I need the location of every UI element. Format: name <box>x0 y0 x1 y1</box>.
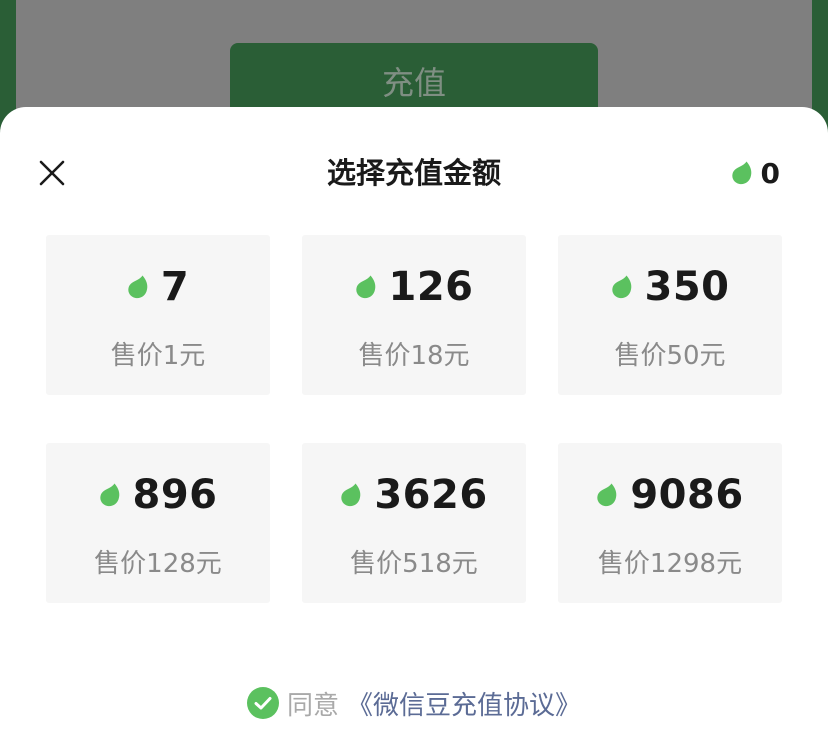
option-amount: 350 <box>558 263 782 311</box>
wechat-bean-icon <box>731 161 751 185</box>
option-price: 售价18元 <box>358 341 470 371</box>
agreement-row: 同意 《微信豆充值协议》 <box>0 683 828 723</box>
close-button[interactable] <box>30 151 74 195</box>
option-amount: 126 <box>302 263 526 311</box>
amount-option[interactable]: 9086 售价1298元 <box>558 443 782 603</box>
option-amount: 896 <box>46 471 270 519</box>
check-circle-icon <box>246 687 279 719</box>
option-price: 售价1元 <box>110 341 206 371</box>
wechat-bean-icon <box>611 275 631 299</box>
bean-balance: 0 <box>731 155 780 191</box>
wechat-bean-icon <box>597 483 617 507</box>
agree-checkbox[interactable] <box>246 687 279 719</box>
amount-option[interactable]: 3626 售价518元 <box>302 443 526 603</box>
amount-option[interactable]: 126 售价18元 <box>302 235 526 395</box>
amount-option[interactable]: 7 售价1元 <box>46 235 270 395</box>
option-price: 售价128元 <box>94 549 222 579</box>
option-price: 售价518元 <box>350 549 478 579</box>
option-price: 售价1298元 <box>597 549 743 579</box>
amount-option[interactable]: 350 售价50元 <box>558 235 782 395</box>
option-amount: 3626 <box>302 471 526 519</box>
wechat-bean-icon <box>341 483 361 507</box>
option-amount: 9086 <box>558 471 782 519</box>
option-price: 售价50元 <box>614 341 726 371</box>
agreement-link[interactable]: 《微信豆充值协议》 <box>347 685 581 722</box>
close-icon <box>39 160 65 186</box>
amount-value: 350 <box>644 264 730 310</box>
amount-value: 126 <box>388 264 474 310</box>
balance-value: 0 <box>760 156 780 190</box>
wechat-bean-icon <box>355 275 375 299</box>
agree-label: 同意 <box>286 690 339 721</box>
recharge-amount-sheet: 选择充值金额 0 7 售价1元 126 售价18元 350 售价50元 896 … <box>0 107 828 752</box>
wechat-bean-icon <box>128 275 148 299</box>
sheet-title: 选择充值金额 <box>326 156 501 190</box>
amount-option[interactable]: 896 售价128元 <box>46 443 270 603</box>
amount-value: 896 <box>132 472 218 518</box>
amount-value: 3626 <box>374 472 488 518</box>
amount-value: 9086 <box>630 472 744 518</box>
wechat-bean-icon <box>99 483 119 507</box>
amount-value: 7 <box>160 264 190 310</box>
option-amount: 7 <box>46 263 270 311</box>
